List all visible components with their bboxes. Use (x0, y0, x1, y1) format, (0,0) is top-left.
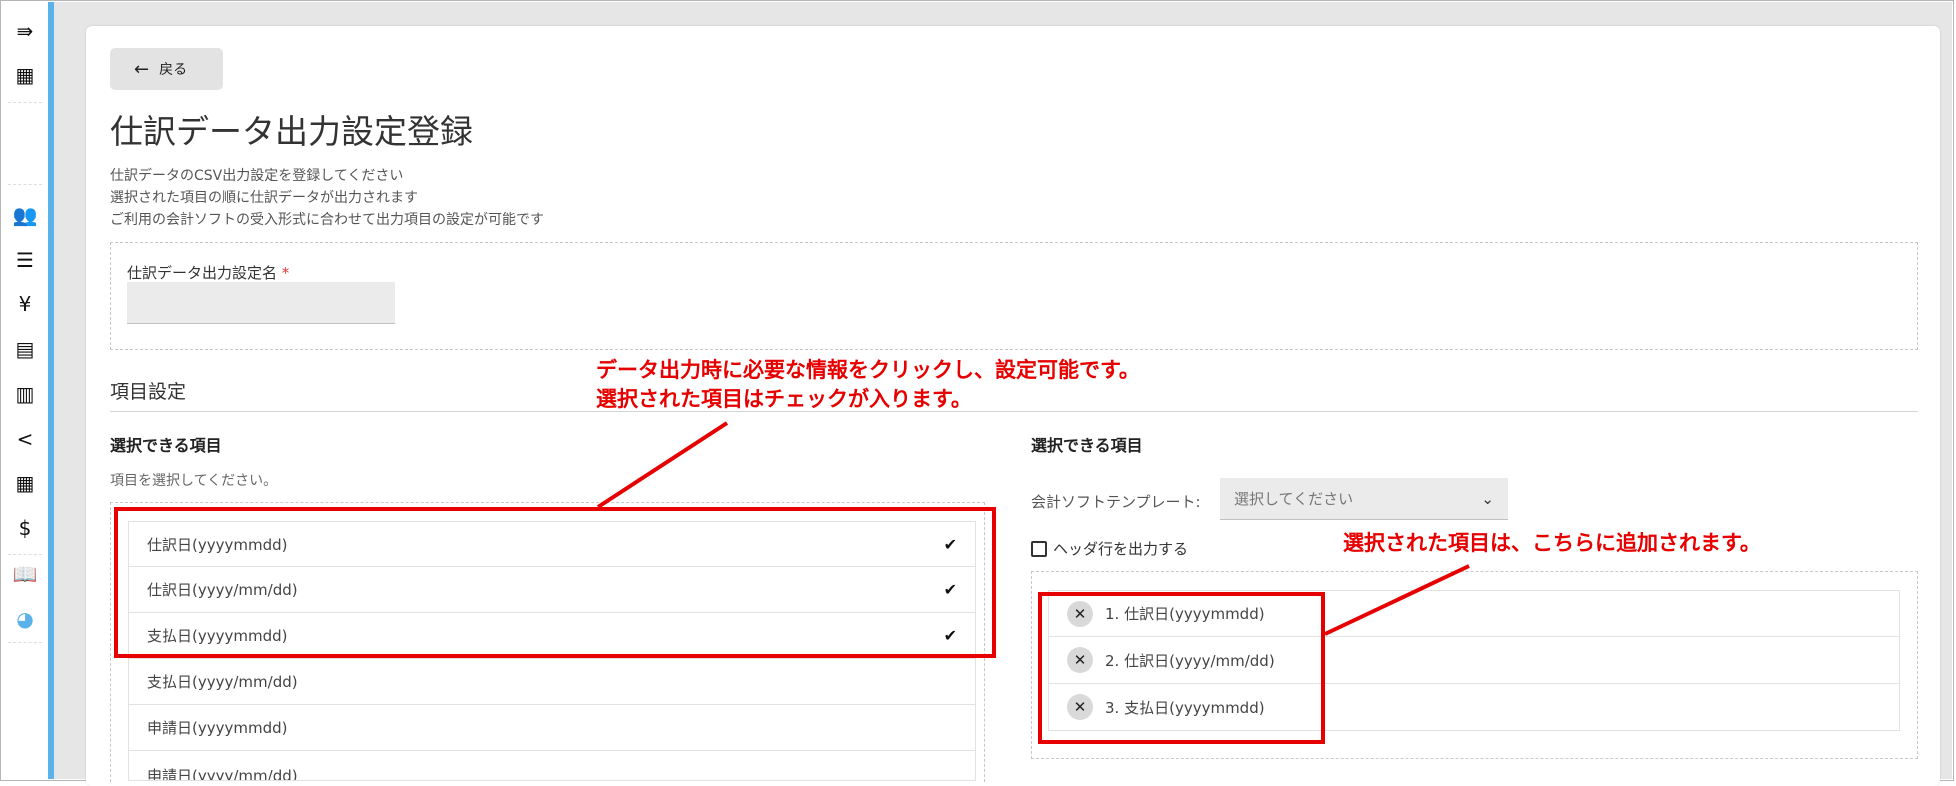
annotation-line: 選択された項目はチェックが入ります。 (596, 387, 972, 411)
annotation-text-right: 選択された項目は、こちらに追加されます。 (1343, 531, 1761, 555)
annotation-line-left (596, 421, 729, 509)
annotation-line-right (1324, 564, 1470, 636)
annotation-line: データ出力時に必要な情報をクリックし、設定可能です。 (596, 358, 1140, 382)
annotation-text-left: データ出力時に必要な情報をクリックし、設定可能です。 選択された項目はチェックが… (596, 356, 1140, 414)
